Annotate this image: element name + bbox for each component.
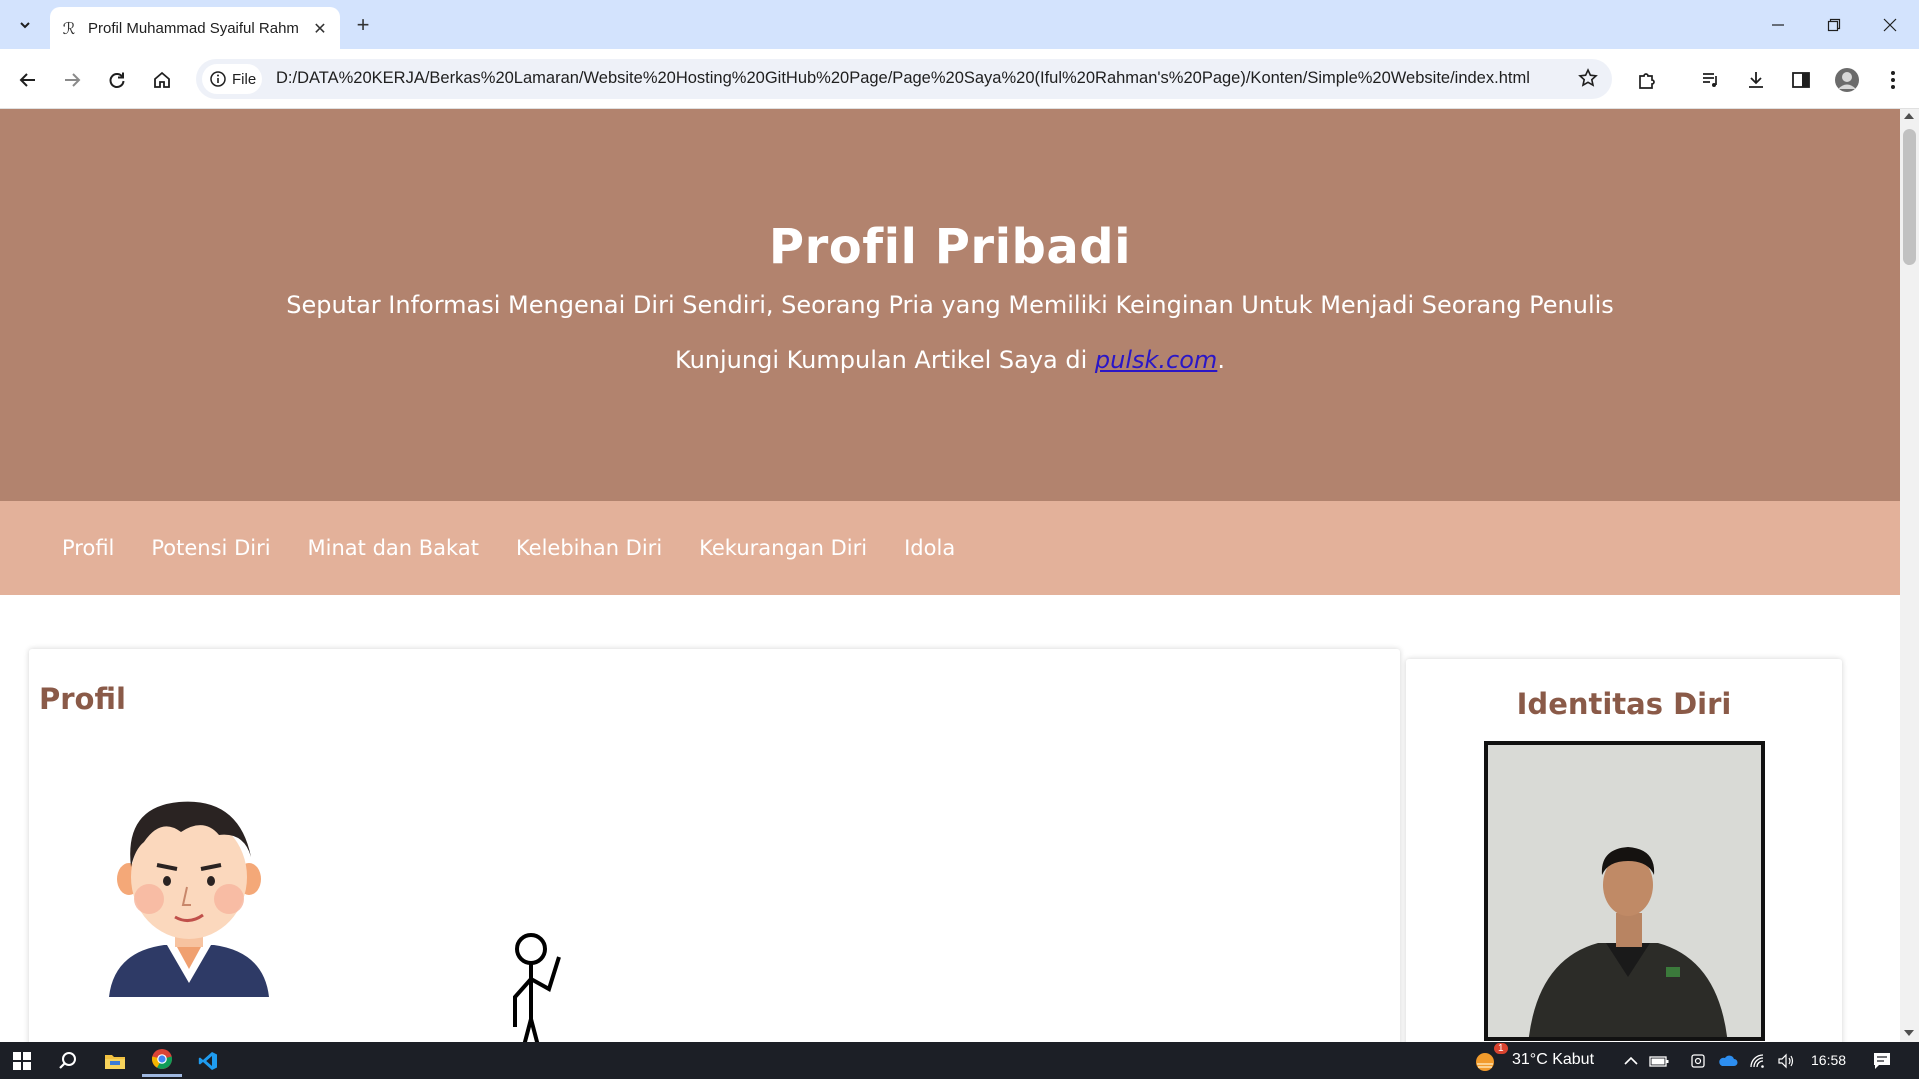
cartoon-avatar-image xyxy=(109,801,269,997)
side-panel-button[interactable] xyxy=(1784,63,1818,97)
scroll-up-arrow-icon[interactable] xyxy=(1904,113,1914,119)
onedrive-tray-icon[interactable] xyxy=(1714,1044,1742,1077)
browser-toolbar: File D:/DATA%20KERJA/Berkas%20Lamaran/We… xyxy=(0,49,1919,109)
section-title: Profil xyxy=(39,682,126,716)
download-icon xyxy=(1749,72,1763,88)
minimize-button[interactable] xyxy=(1750,0,1806,49)
profile-avatar-button[interactable] xyxy=(1830,63,1864,97)
address-bar[interactable]: File D:/DATA%20KERJA/Berkas%20Lamaran/We… xyxy=(196,59,1612,99)
nav-item-idola[interactable]: Idola xyxy=(904,536,955,560)
notification-icon xyxy=(1874,1052,1890,1069)
start-button[interactable] xyxy=(2,1044,42,1077)
windows-logo-icon xyxy=(13,1051,31,1070)
home-icon xyxy=(154,71,170,88)
chrome-taskbar-button[interactable] xyxy=(142,1044,182,1077)
tab-title: Profil Muhammad Syaiful Rahman xyxy=(88,19,298,37)
info-icon xyxy=(210,71,226,87)
search-icon xyxy=(59,1051,76,1069)
url-text[interactable]: D:/DATA%20KERJA/Berkas%20Lamaran/Website… xyxy=(276,69,1530,88)
nav-item-profil[interactable]: Profil xyxy=(62,536,114,560)
weather-badge: 1 xyxy=(1494,1043,1508,1054)
file-explorer-button[interactable] xyxy=(95,1044,135,1077)
back-button[interactable] xyxy=(11,63,45,97)
close-tab-icon[interactable]: ✕ xyxy=(310,18,330,38)
forward-button[interactable] xyxy=(55,63,89,97)
profile-photo xyxy=(1484,741,1765,1041)
page-header: Profil Pribadi Seputar Informasi Mengena… xyxy=(0,109,1900,501)
tray-overflow-button[interactable] xyxy=(1617,1044,1645,1077)
chevron-up-icon xyxy=(1624,1056,1638,1065)
browser-tab[interactable]: ℛ Profil Muhammad Syaiful Rahman ✕ xyxy=(50,7,340,49)
chrome-icon xyxy=(151,1049,173,1069)
page-title: Profil Pribadi xyxy=(768,219,1132,275)
folder-icon xyxy=(105,1054,125,1069)
tab-search-button[interactable] xyxy=(10,10,40,40)
restore-button[interactable] xyxy=(1806,0,1862,49)
extensions-button[interactable] xyxy=(1630,63,1664,97)
visit-prefix: Kunjungi Kumpulan Artikel Saya di xyxy=(675,346,1095,374)
site-info-chip[interactable]: File xyxy=(202,64,262,94)
visit-suffix: . xyxy=(1217,346,1225,374)
browser-menu-button[interactable] xyxy=(1876,63,1910,97)
speaker-icon xyxy=(1778,1053,1794,1068)
notification-center-button[interactable] xyxy=(1862,1044,1902,1077)
media-control-button[interactable] xyxy=(1694,63,1728,97)
nav-item-kekurangan-diri[interactable]: Kekurangan Diri xyxy=(699,536,867,560)
wifi-icon xyxy=(1750,1053,1764,1068)
battery-icon xyxy=(1649,1055,1669,1067)
volume-tray-icon[interactable] xyxy=(1772,1044,1800,1077)
page-favicon-icon: ℛ xyxy=(62,18,76,38)
reload-icon xyxy=(109,72,125,88)
scroll-down-arrow-icon[interactable] xyxy=(1904,1030,1914,1036)
side-panel-icon xyxy=(1792,72,1810,88)
downloads-button[interactable] xyxy=(1739,63,1773,97)
profile-content-card: Profil xyxy=(29,649,1400,1042)
taskbar-search-button[interactable] xyxy=(48,1044,88,1077)
arrow-left-icon xyxy=(19,73,35,87)
puzzle-icon xyxy=(1639,73,1655,89)
more-vertical-icon xyxy=(1891,71,1895,89)
page-viewport: Profil Pribadi Seputar Informasi Mengena… xyxy=(0,109,1900,1042)
weather-text[interactable]: 31°C Kabut xyxy=(1512,1051,1594,1069)
scroll-thumb[interactable] xyxy=(1903,129,1916,265)
identity-title: Identitas Diri xyxy=(1516,687,1732,721)
stick-figure-image xyxy=(513,933,561,1042)
playlist-music-icon xyxy=(1703,73,1717,87)
arrow-right-icon xyxy=(65,73,81,87)
identity-card: Identitas Diri xyxy=(1406,659,1842,1042)
cloud-icon xyxy=(1719,1055,1738,1066)
camera-icon xyxy=(1691,1053,1705,1068)
home-button[interactable] xyxy=(145,63,179,97)
nav-item-potensi-diri[interactable]: Potensi Diri xyxy=(151,536,270,560)
vscode-icon xyxy=(198,1051,217,1070)
person-photo-image xyxy=(1488,745,1761,1037)
page-scrollbar[interactable] xyxy=(1900,109,1919,1042)
nav-item-minat-dan-bakat[interactable]: Minat dan Bakat xyxy=(308,536,479,560)
minimize-icon xyxy=(1772,23,1784,26)
reload-button[interactable] xyxy=(100,63,134,97)
close-icon xyxy=(1883,18,1897,31)
avatar-icon xyxy=(1835,68,1859,92)
restore-icon xyxy=(1827,18,1841,31)
main-nav: Profil Potensi Diri Minat dan Bakat Kele… xyxy=(0,501,1900,595)
close-window-button[interactable] xyxy=(1862,0,1918,49)
meet-tray-icon[interactable] xyxy=(1684,1044,1712,1077)
new-tab-button[interactable]: + xyxy=(348,10,378,40)
article-link[interactable]: pulsk.com xyxy=(1095,346,1217,374)
chevron-down-icon xyxy=(20,22,30,29)
bookmark-star-icon[interactable] xyxy=(1578,68,1598,92)
visit-text: Kunjungi Kumpulan Artikel Saya di pulsk.… xyxy=(0,346,1900,374)
nav-item-kelebihan-diri[interactable]: Kelebihan Diri xyxy=(516,536,662,560)
url-scheme-label: File xyxy=(232,70,257,88)
vscode-taskbar-button[interactable] xyxy=(188,1044,228,1077)
page-tagline: Seputar Informasi Mengenai Diri Sendiri,… xyxy=(286,291,1614,319)
battery-tray-icon[interactable] xyxy=(1645,1044,1673,1077)
browser-tab-bar: ℛ Profil Muhammad Syaiful Rahman ✕ + xyxy=(0,0,1919,49)
windows-taskbar: 1 31°C Kabut 16:58 xyxy=(0,1042,1919,1079)
clock-time[interactable]: 16:58 xyxy=(1811,1052,1846,1068)
wifi-tray-icon[interactable] xyxy=(1744,1044,1772,1077)
